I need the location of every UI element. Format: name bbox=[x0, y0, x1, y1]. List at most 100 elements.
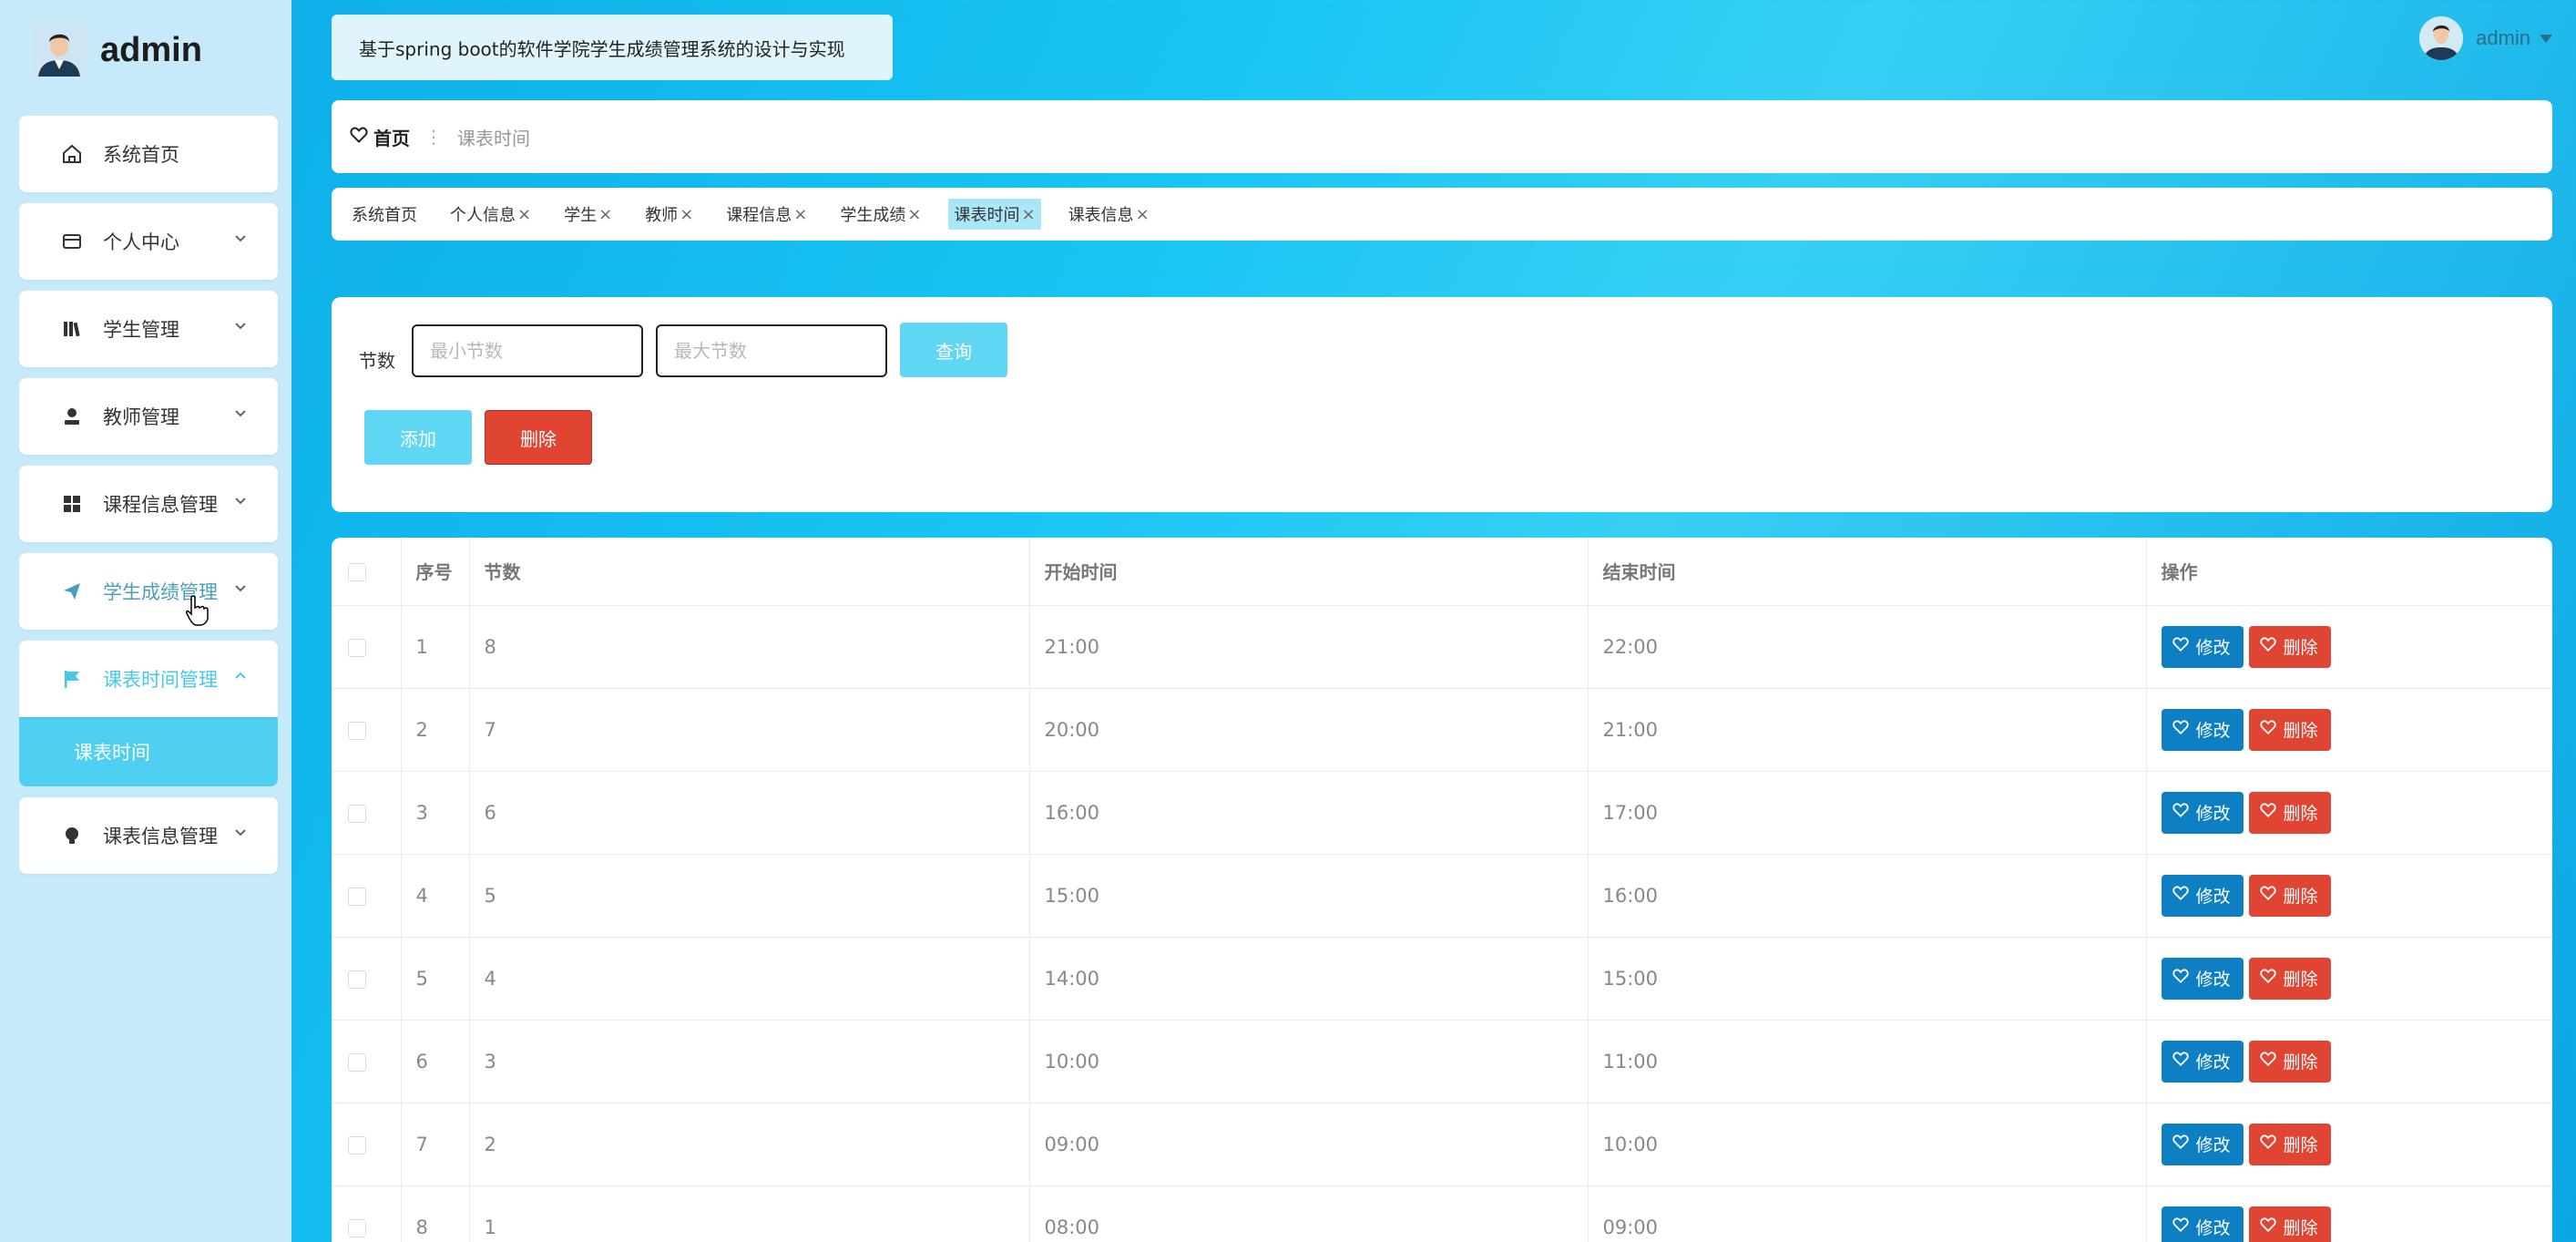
batch-delete-button[interactable]: 删除 bbox=[485, 410, 592, 465]
delete-button[interactable]: 删除 bbox=[2248, 791, 2331, 834]
heart-icon bbox=[2259, 1051, 2276, 1072]
edit-button[interactable]: 修改 bbox=[2161, 625, 2244, 668]
sidebar-group-schedule-time: 课表时间管理 课表时间 bbox=[19, 641, 278, 786]
cell-start-time: 20:00 bbox=[1029, 688, 1589, 772]
edit-label: 修改 bbox=[2195, 1135, 2231, 1155]
tag-label: 学生成绩 bbox=[840, 206, 906, 225]
header-start-time[interactable]: 开始时间 bbox=[1029, 538, 1589, 606]
edit-button[interactable]: 修改 bbox=[2161, 708, 2244, 751]
sidebar-item-home[interactable]: 系统首页 bbox=[19, 116, 278, 192]
edit-button[interactable]: 修改 bbox=[2161, 1206, 2244, 1242]
heart-icon bbox=[350, 126, 368, 149]
cell-idx: 7 bbox=[401, 1103, 470, 1186]
row-checkbox[interactable] bbox=[348, 1052, 366, 1072]
row-checkbox[interactable] bbox=[348, 887, 366, 906]
query-button[interactable]: 查询 bbox=[900, 323, 1007, 377]
delete-label: 删除 bbox=[2283, 804, 2318, 824]
add-button[interactable]: 添加 bbox=[364, 410, 472, 465]
sidebar-item-label: 个人中心 bbox=[103, 231, 179, 253]
search-panel: 节数 查询 添加 删除 bbox=[332, 297, 2552, 512]
user-menu[interactable]: admin bbox=[2419, 16, 2552, 60]
edit-button[interactable]: 修改 bbox=[2161, 1123, 2244, 1165]
table-row: 5 4 14:00 15:00 修改 删除 bbox=[332, 937, 2552, 1021]
close-icon[interactable]: × bbox=[680, 205, 693, 224]
delete-button[interactable]: 删除 bbox=[2248, 957, 2331, 1000]
tag-course-info[interactable]: 课程信息 × bbox=[721, 199, 813, 230]
row-checkbox[interactable] bbox=[348, 1135, 366, 1155]
brand-name: admin bbox=[100, 30, 202, 69]
min-section-input[interactable] bbox=[412, 324, 643, 377]
tag-label: 个人信息 bbox=[450, 206, 516, 225]
tag-home[interactable]: 系统首页 bbox=[346, 199, 423, 230]
cell-end-time: 10:00 bbox=[1588, 1103, 2147, 1186]
person-icon bbox=[59, 404, 85, 429]
delete-button[interactable]: 删除 bbox=[2248, 874, 2331, 917]
max-section-input[interactable] bbox=[656, 324, 887, 377]
close-icon[interactable]: × bbox=[598, 205, 612, 224]
row-checkbox[interactable] bbox=[348, 1218, 366, 1237]
breadcrumb-home[interactable]: 首页 bbox=[350, 124, 410, 150]
tag-schedule-time[interactable]: 课表时间 × bbox=[948, 199, 1041, 230]
sidebar-item-schedule-info[interactable]: 课表信息管理 bbox=[19, 797, 278, 874]
tag-teacher[interactable]: 教师 × bbox=[639, 199, 699, 230]
edit-button[interactable]: 修改 bbox=[2161, 957, 2244, 1000]
tag-student[interactable]: 学生 × bbox=[558, 199, 618, 230]
sidebar-item-teachers[interactable]: 教师管理 bbox=[19, 378, 278, 455]
delete-button[interactable]: 删除 bbox=[2248, 708, 2331, 751]
hand-cursor-icon bbox=[186, 594, 210, 627]
sidebar-item-grades[interactable]: 学生成绩管理 bbox=[19, 553, 278, 630]
sidebar-item-students[interactable]: 学生管理 bbox=[19, 291, 278, 367]
heart-icon bbox=[2172, 802, 2189, 823]
row-select-cell bbox=[332, 688, 402, 772]
breadcrumb-separator: ⋮ bbox=[424, 126, 443, 148]
edit-button[interactable]: 修改 bbox=[2161, 791, 2244, 834]
cell-ops: 修改 删除 bbox=[2146, 1020, 2552, 1103]
system-title: 基于spring boot的软件学院学生成绩管理系统的设计与实现 bbox=[332, 15, 893, 80]
cell-ops: 修改 删除 bbox=[2146, 937, 2552, 1021]
heart-icon bbox=[2172, 1134, 2189, 1155]
row-checkbox[interactable] bbox=[348, 721, 366, 740]
tag-label: 学生 bbox=[564, 206, 598, 225]
cell-idx: 6 bbox=[401, 1020, 470, 1103]
tag-personal-info[interactable]: 个人信息 × bbox=[445, 199, 537, 230]
cell-start-time: 21:00 bbox=[1029, 605, 1589, 689]
cell-section: 2 bbox=[469, 1103, 1030, 1186]
row-checkbox[interactable] bbox=[348, 804, 366, 823]
delete-button[interactable]: 删除 bbox=[2248, 625, 2331, 668]
header-end-time[interactable]: 结束时间 bbox=[1588, 538, 2147, 606]
brand: admin bbox=[33, 24, 202, 77]
row-checkbox[interactable] bbox=[348, 970, 366, 989]
submenu-item-schedule-time[interactable]: 课表时间 bbox=[19, 717, 278, 786]
sidebar-item-label: 课表信息管理 bbox=[103, 826, 218, 847]
sidebar-item-personal[interactable]: 个人中心 bbox=[19, 203, 278, 280]
delete-button[interactable]: 删除 bbox=[2248, 1206, 2331, 1242]
sidebar-item-label: 教师管理 bbox=[103, 406, 179, 428]
cell-start-time: 08:00 bbox=[1029, 1186, 1589, 1242]
delete-button[interactable]: 删除 bbox=[2248, 1040, 2331, 1083]
heart-icon bbox=[2259, 719, 2276, 740]
tag-label: 系统首页 bbox=[352, 206, 417, 225]
tag-student-grades[interactable]: 学生成绩 × bbox=[834, 199, 926, 230]
edit-label: 修改 bbox=[2195, 721, 2231, 741]
close-icon[interactable]: × bbox=[517, 205, 531, 224]
row-checkbox[interactable] bbox=[348, 638, 366, 657]
header-section[interactable]: 节数 bbox=[469, 538, 1030, 606]
sidebar-item-label: 课表时间管理 bbox=[103, 669, 218, 691]
sidebar-item-label: 学生管理 bbox=[103, 319, 179, 341]
close-icon[interactable]: × bbox=[1136, 205, 1150, 224]
row-select-cell bbox=[332, 1103, 402, 1186]
close-icon[interactable]: × bbox=[1021, 205, 1035, 224]
cell-end-time: 17:00 bbox=[1588, 771, 2147, 855]
edit-button[interactable]: 修改 bbox=[2161, 874, 2244, 917]
cell-idx: 5 bbox=[401, 937, 470, 1021]
sidebar-item-schedule-time[interactable]: 课表时间管理 bbox=[19, 641, 278, 717]
close-icon[interactable]: × bbox=[793, 205, 807, 224]
edit-button[interactable]: 修改 bbox=[2161, 1040, 2244, 1083]
delete-button[interactable]: 删除 bbox=[2248, 1123, 2331, 1165]
close-icon[interactable]: × bbox=[907, 205, 921, 224]
sidebar-item-courses[interactable]: 课程信息管理 bbox=[19, 466, 278, 542]
select-all-checkbox[interactable] bbox=[348, 563, 366, 582]
tag-schedule-info[interactable]: 课表信息 × bbox=[1063, 199, 1155, 230]
chevron-down-icon bbox=[230, 491, 250, 511]
header-ops: 操作 bbox=[2146, 538, 2552, 606]
